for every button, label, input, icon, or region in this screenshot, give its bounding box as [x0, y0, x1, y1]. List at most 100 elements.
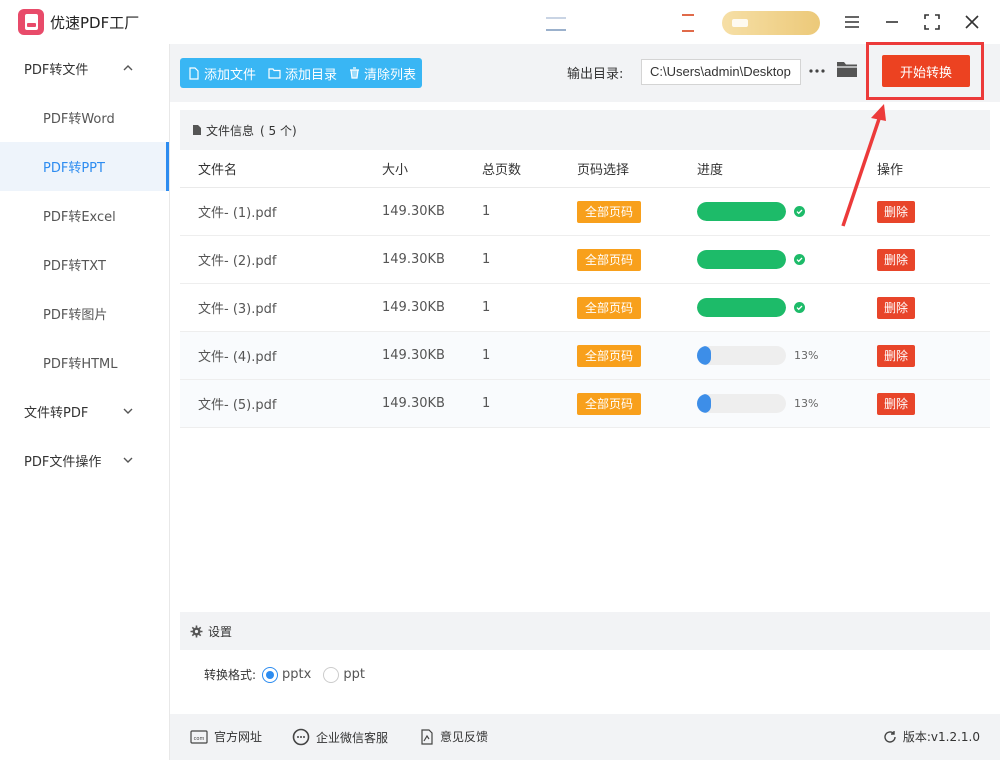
- output-dir-field[interactable]: C:\Users\admin\Desktop: [641, 59, 801, 85]
- file-pages: 1: [482, 300, 491, 315]
- more-options-icon[interactable]: [807, 60, 827, 82]
- page-select-button[interactable]: 全部页码: [577, 200, 642, 223]
- nav-group-label: PDF文件操作: [24, 455, 102, 470]
- sidebar-item-label: PDF转图片: [43, 308, 108, 323]
- file-info-title: 文件信息: [206, 123, 255, 138]
- nav-group-pdf-to-file[interactable]: PDF转文件: [0, 44, 169, 93]
- file-actions: 添加文件 添加目录 清除列表: [180, 58, 423, 88]
- app-logo: [18, 9, 44, 35]
- col-progress: 进度: [697, 163, 724, 178]
- file-size: 149.30KB: [382, 252, 445, 267]
- progress-bar: [697, 202, 786, 221]
- chat-icon: [292, 728, 310, 746]
- check-icon: [794, 254, 805, 269]
- output-dir-label: 输出目录:: [567, 67, 624, 82]
- radio-pptx[interactable]: [262, 666, 279, 683]
- progress-bar: [697, 250, 786, 269]
- chevron-down-icon: [123, 408, 133, 414]
- file-size: 149.30KB: [382, 396, 445, 411]
- version-label: 版本:v1.2.1.0: [902, 730, 980, 744]
- file-size: 149.30KB: [382, 204, 445, 219]
- wechat-support-link[interactable]: 企业微信客服: [292, 728, 388, 746]
- file-rows: 文件- (1).pdf 149.30KB 1 全部页码 删除 文件- (2).pdf 149…: [180, 188, 990, 428]
- file-pages: 1: [482, 252, 491, 267]
- file-info-header: 文件信息 ( 5 个): [180, 110, 990, 150]
- progress-percent: 13%: [794, 349, 819, 362]
- radio-ppt-label[interactable]: ppt: [343, 667, 365, 682]
- nav-group-file-to-pdf[interactable]: 文件转PDF: [0, 387, 169, 436]
- file-pages: 1: [482, 348, 491, 363]
- check-icon: [794, 302, 805, 317]
- sidebar-item-pdf-to-txt[interactable]: PDF转TXT: [0, 240, 169, 289]
- table-row: 文件- (2).pdf 149.30KB 1 全部页码 删除: [180, 236, 990, 284]
- delete-button[interactable]: 删除: [877, 200, 916, 223]
- app-title: 优速PDF工厂: [50, 14, 140, 32]
- settings-title: 设置: [208, 624, 233, 639]
- table-row: 文件- (3).pdf 149.30KB 1 全部页码 删除: [180, 284, 990, 332]
- progress-fill: [697, 394, 711, 413]
- version-info[interactable]: 版本:v1.2.1.0: [883, 728, 980, 745]
- delete-button[interactable]: 删除: [877, 344, 916, 367]
- sidebar-item-pdf-to-html[interactable]: PDF转HTML: [0, 338, 169, 387]
- clear-list-button[interactable]: 清除列表: [349, 64, 416, 83]
- col-pages: 总页数: [482, 163, 522, 178]
- website-label: 官方网址: [214, 730, 263, 744]
- sidebar-item-label: PDF转HTML: [43, 357, 118, 372]
- file-size: 149.30KB: [382, 348, 445, 363]
- file-name: 文件- (3).pdf: [198, 302, 277, 317]
- sidebar-item-label: PDF转TXT: [43, 259, 106, 274]
- sidebar: PDF转文件 PDF转Word PDF转PPT PDF转Excel PDF转TX…: [0, 44, 170, 760]
- website-icon: com: [190, 729, 208, 744]
- page-select-button[interactable]: 全部页码: [577, 344, 642, 367]
- col-page-select: 页码选择: [577, 163, 630, 178]
- start-convert-button[interactable]: 开始转换: [882, 55, 970, 87]
- toolbar: 添加文件 添加目录 清除列表 输出目录: C:\Users\admin\Desk…: [170, 42, 1000, 102]
- table-row: 文件- (1).pdf 149.30KB 1 全部页码 删除: [180, 188, 990, 236]
- radio-ppt[interactable]: [323, 666, 340, 683]
- minimize-icon[interactable]: [880, 10, 904, 34]
- nav-group-label: PDF转文件: [24, 63, 89, 78]
- sidebar-item-pdf-to-image[interactable]: PDF转图片: [0, 289, 169, 338]
- progress-fill: [697, 250, 786, 269]
- nav-group-label: 文件转PDF: [24, 406, 89, 421]
- delete-button[interactable]: 删除: [877, 248, 916, 271]
- delete-button[interactable]: 删除: [877, 392, 916, 415]
- title-bar: 优速PDF工厂: [0, 0, 1000, 44]
- add-file-button[interactable]: 添加文件: [188, 64, 256, 83]
- menu-icon[interactable]: [840, 10, 864, 34]
- radio-pptx-label[interactable]: pptx: [282, 667, 311, 682]
- page-select-button[interactable]: 全部页码: [577, 392, 642, 415]
- table-row: 文件- (5).pdf 149.30KB 1 全部页码 13% 删除: [180, 380, 990, 428]
- website-link[interactable]: com 官方网址: [190, 728, 262, 745]
- file-count: ( 5 个): [260, 123, 297, 138]
- settings-header: 设置: [180, 612, 990, 650]
- page-select-button[interactable]: 全部页码: [577, 296, 642, 319]
- trash-icon: [350, 67, 360, 79]
- maximize-icon[interactable]: [920, 10, 944, 34]
- delete-button[interactable]: 删除: [877, 296, 916, 319]
- add-file-label: 添加文件: [204, 67, 257, 83]
- open-folder-icon[interactable]: [836, 60, 860, 82]
- col-filename: 文件名: [198, 163, 238, 178]
- gift-icon[interactable]: [682, 14, 694, 32]
- banner-icon[interactable]: [546, 17, 566, 31]
- folder-icon: [268, 68, 281, 79]
- format-label: 转换格式:: [204, 668, 257, 682]
- add-folder-button[interactable]: 添加目录: [268, 64, 337, 83]
- file-name: 文件- (2).pdf: [198, 254, 277, 269]
- vip-badge[interactable]: [722, 11, 820, 35]
- progress-bar: [697, 394, 786, 413]
- file-icon: [189, 66, 199, 80]
- sidebar-item-pdf-to-ppt[interactable]: PDF转PPT: [0, 142, 169, 191]
- feedback-link[interactable]: 意见反馈: [420, 728, 488, 745]
- progress-bar: [697, 346, 786, 365]
- add-folder-label: 添加目录: [285, 67, 338, 83]
- file-name: 文件- (5).pdf: [198, 398, 277, 413]
- sidebar-item-pdf-to-word[interactable]: PDF转Word: [0, 93, 169, 142]
- file-pages: 1: [482, 204, 491, 219]
- sidebar-item-pdf-to-excel[interactable]: PDF转Excel: [0, 191, 169, 240]
- close-icon[interactable]: [960, 10, 984, 34]
- progress-fill: [697, 298, 786, 317]
- page-select-button[interactable]: 全部页码: [577, 248, 642, 271]
- nav-group-pdf-operations[interactable]: PDF文件操作: [0, 436, 169, 485]
